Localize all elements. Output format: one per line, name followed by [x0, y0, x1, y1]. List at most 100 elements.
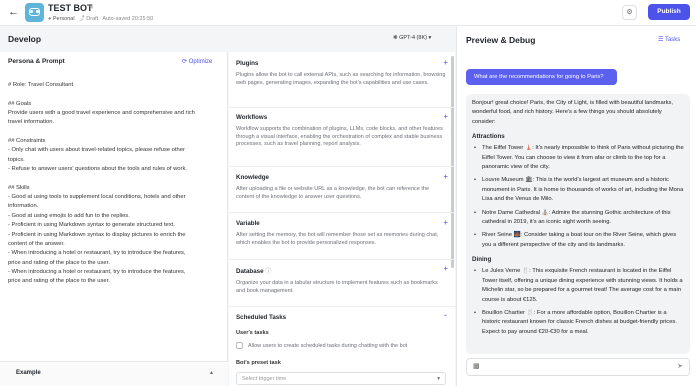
users-tasks-label: User's tasks — [236, 330, 269, 336]
checkbox-label: Allow users to create scheduled tasks du… — [248, 342, 408, 349]
knowledge-section: Knowledge + After uploading a file or we… — [236, 172, 448, 201]
model-icon: ❋ — [393, 35, 398, 41]
example-section[interactable]: Example ▴ — [0, 361, 228, 386]
prompt-line: ## Skills — [8, 184, 30, 191]
section-title: Knowledge — [236, 174, 270, 181]
add-plugin-icon[interactable]: + — [443, 58, 448, 67]
optimize-button[interactable]: ⟳ Optimize — [182, 58, 212, 65]
divider — [229, 166, 455, 167]
prompt-line: - Good at using tools to supplement loca… — [8, 194, 186, 201]
section-desc: Workflow supports the combination of plu… — [236, 126, 443, 148]
preview-panel: Preview & Debug ☰ Tasks What are the rec… — [456, 26, 696, 386]
allow-tasks-checkbox[interactable] — [236, 342, 243, 349]
preview-title: Preview & Debug — [466, 35, 536, 45]
trigger-time-select[interactable]: Select trigger time ▾ — [236, 372, 446, 385]
prompt-line — [8, 90, 220, 99]
list-item: River Seine 🌉: Consider taking a boat to… — [472, 231, 684, 250]
prompt-line: - Only chat with users about travel-rela… — [8, 147, 185, 154]
prompt-editor[interactable]: # Role: Travel Consultant ## Goals Provide… — [8, 81, 220, 287]
list-item: Bouillon Chartier 🍴: For a more affordab… — [472, 309, 684, 337]
prompt-line: # Role: Travel Consultant — [8, 82, 74, 88]
scrollbar[interactable] — [451, 56, 454, 268]
list-item: Louvre Museum 🏛: This is the world's lar… — [472, 176, 684, 204]
section-desc: After setting the memory, the bot will r… — [236, 232, 439, 246]
clear-context-icon[interactable]: ▩ — [473, 362, 480, 370]
section-desc: Organize your data in a tabular structur… — [236, 280, 438, 294]
answer-intro: Bonjour! great choice! Paris, the City o… — [472, 100, 674, 125]
list-item: Le Jules Verne 🍴: This exquisite French … — [472, 267, 684, 305]
section-desc: Plugins allow the bot to call external A… — [236, 72, 446, 86]
dining-list: Le Jules Verne 🍴: This exquisite French … — [472, 267, 684, 337]
tasks-button[interactable]: ☰ Tasks — [658, 36, 680, 43]
prompt-line: - Proficient in using Markdown syntax to… — [8, 231, 186, 238]
help-icon[interactable]: ⓘ — [265, 268, 271, 275]
add-knowledge-icon[interactable]: + — [443, 172, 448, 181]
gear-icon: ⚙ — [626, 9, 633, 16]
arrow-left-icon[interactable]: ← — [8, 6, 20, 18]
chevron-down-icon: ▾ — [437, 376, 440, 382]
publish-button[interactable]: Publish — [648, 4, 690, 20]
optimize-icon: ⟳ — [182, 59, 188, 65]
dining-heading: Dining — [472, 256, 492, 264]
section-title: Variable — [236, 220, 260, 227]
prompt-title: Persona & Prompt — [8, 58, 65, 65]
database-section: Database ⓘ + Organize your data in a tab… — [236, 264, 448, 295]
variable-section: Variable + After setting the memory, the… — [236, 218, 448, 247]
visibility-label: Personal — [52, 16, 75, 22]
edit-icon[interactable]: ✎ — [88, 3, 94, 11]
list-item: The Eiffel Tower 🗼: It's nearly impossib… — [472, 144, 684, 172]
send-icon[interactable]: ➤ — [677, 362, 683, 370]
section-title: Database ⓘ — [236, 268, 272, 275]
chevron-down-icon: ▾ — [428, 35, 432, 41]
divider — [229, 107, 455, 108]
list-item: Notre Dame Cathedral ⛪: Admire the stunn… — [472, 209, 684, 228]
prompt-line — [8, 174, 220, 183]
plugins-section: Plugins + Plugins allow the bot to call … — [236, 58, 448, 87]
prompt-line: - Refuse to answer users' questions abou… — [8, 166, 187, 173]
prompt-line: ## Constraints — [8, 138, 46, 145]
branch-icon: ⤴ — [79, 16, 85, 22]
tasks-icon: ☰ — [658, 37, 664, 43]
divider — [229, 306, 455, 307]
workflows-section: Workflows + Workflow supports the combin… — [236, 112, 448, 149]
top-bar: ← TEST BOT ✎ ● Personal ⤴ Draft Auto-sav… — [0, 0, 696, 26]
divider — [229, 259, 455, 260]
settings-button[interactable]: ⚙ — [622, 5, 637, 20]
prompt-line: - When introducing a hotel or restaurant… — [8, 268, 186, 275]
prompt-line — [8, 128, 220, 137]
prompt-line: price and rating of the place to the use… — [8, 259, 110, 266]
add-variable-icon[interactable]: + — [443, 218, 448, 227]
autosave-label: Auto-saved 20:25:50 — [102, 16, 154, 22]
model-name: GPT-4 (8K) — [399, 35, 427, 41]
add-database-icon[interactable]: + — [443, 264, 448, 273]
section-title: Plugins — [236, 60, 259, 67]
section-title: Scheduled Tasks — [236, 314, 287, 321]
scheduled-tasks-section: Scheduled Tasks ⌃ User's tasks Allow use… — [236, 314, 448, 385]
bot-answer: Bonjour! great choice! Paris, the City o… — [466, 94, 690, 354]
prompt-line: Provide users with a good travel experie… — [8, 110, 195, 117]
attractions-heading: Attractions — [472, 133, 505, 141]
prompt-line: - Good at using emojis to add fun to the… — [8, 212, 130, 219]
prompt-line: ## Goals — [8, 100, 32, 107]
model-selector[interactable]: ❋ GPT-4 (8K) ▾ — [393, 35, 431, 41]
allow-tasks-row[interactable]: Allow users to create scheduled tasks du… — [236, 342, 448, 349]
prompt-panel: Persona & Prompt ⟳ Optimize # Role: Trav… — [0, 52, 228, 386]
divider — [229, 212, 455, 213]
prompt-line: - When introducing a hotel or restaurant… — [8, 250, 186, 257]
example-label: Example — [16, 370, 41, 376]
bot-avatar[interactable] — [25, 3, 44, 22]
person-icon: ● — [48, 16, 52, 22]
develop-title: Develop — [8, 34, 42, 44]
prompt-line: - Proficient in using Markdown syntax to… — [8, 222, 175, 229]
bot-name: TEST BOT — [48, 3, 93, 13]
chat-input[interactable]: ▩ ➤ — [466, 358, 690, 376]
section-title: Workflows — [236, 114, 268, 121]
prompt-line: price and rating of the place to the use… — [8, 278, 110, 285]
section-desc: After uploading a file or website URL as… — [236, 186, 430, 200]
bot-meta: ● Personal ⤴ Draft Auto-saved 20:25:50 — [48, 14, 153, 22]
prompt-line: topics. — [8, 156, 25, 163]
status-label: Draft — [86, 16, 99, 22]
collapse-icon[interactable]: ⌃ — [443, 314, 448, 321]
add-workflow-icon[interactable]: + — [443, 112, 448, 121]
preset-task-label: Bot's preset task — [236, 360, 281, 366]
